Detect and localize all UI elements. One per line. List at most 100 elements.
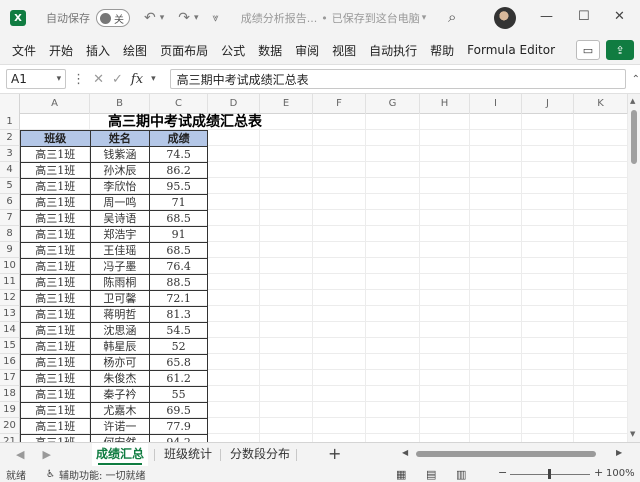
class-cell[interactable]: 高三1班: [20, 242, 91, 259]
header-name[interactable]: 姓名: [89, 130, 151, 147]
score-cell[interactable]: 86.2: [149, 162, 208, 179]
row-header[interactable]: 10: [0, 258, 20, 274]
class-cell[interactable]: 高三1班: [20, 210, 91, 227]
expand-formula-bar-icon[interactable]: ⌃: [632, 74, 640, 85]
score-cell[interactable]: 52: [149, 338, 208, 355]
scroll-up-icon[interactable]: ▲: [630, 97, 635, 105]
column-header[interactable]: A: [20, 94, 90, 114]
class-cell[interactable]: 高三1班: [20, 322, 91, 339]
save-status-dropdown-icon[interactable]: ▾: [422, 13, 427, 23]
add-sheet-button[interactable]: +: [328, 444, 341, 463]
class-cell[interactable]: 高三1班: [20, 434, 91, 442]
name-cell[interactable]: 王佳瑶: [89, 242, 151, 259]
zoom-in-icon[interactable]: +: [594, 466, 603, 479]
score-cell[interactable]: 76.4: [149, 258, 208, 275]
redo-dropdown-icon[interactable]: ▾: [194, 13, 199, 23]
enter-icon[interactable]: ✓: [112, 72, 123, 87]
name-cell[interactable]: 周一鸣: [89, 194, 151, 211]
name-cell[interactable]: 吴诗语: [89, 210, 151, 227]
class-cell[interactable]: 高三1班: [20, 194, 91, 211]
menu-formula-editor[interactable]: Formula Editor: [467, 43, 555, 57]
header-score[interactable]: 成绩: [149, 130, 208, 147]
score-cell[interactable]: 77.9: [149, 418, 208, 435]
row-header[interactable]: 20: [0, 418, 20, 434]
name-cell[interactable]: 蒋明哲: [89, 306, 151, 323]
class-cell[interactable]: 高三1班: [20, 386, 91, 403]
class-cell[interactable]: 高三1班: [20, 146, 91, 163]
column-header[interactable]: B: [90, 94, 150, 114]
column-header[interactable]: E: [260, 94, 313, 114]
name-cell[interactable]: 冯子墨: [89, 258, 151, 275]
name-cell[interactable]: 何安然: [89, 434, 151, 442]
class-cell[interactable]: 高三1班: [20, 402, 91, 419]
name-cell[interactable]: 许诺一: [89, 418, 151, 435]
close-icon[interactable]: ✕: [614, 9, 625, 24]
score-cell[interactable]: 68.5: [149, 210, 208, 227]
score-cell[interactable]: 91: [149, 226, 208, 243]
score-cell[interactable]: 81.3: [149, 306, 208, 323]
class-cell[interactable]: 高三1班: [20, 274, 91, 291]
name-cell[interactable]: 陈雨桐: [89, 274, 151, 291]
column-header[interactable]: F: [313, 94, 366, 114]
column-header[interactable]: I: [470, 94, 522, 114]
name-cell[interactable]: 朱俊杰: [89, 370, 151, 387]
comments-button[interactable]: ▭: [576, 40, 600, 60]
menu-view[interactable]: 视图: [332, 42, 356, 59]
name-cell[interactable]: 尤嘉木: [89, 402, 151, 419]
row-header[interactable]: 17: [0, 370, 20, 386]
menu-draw[interactable]: 绘图: [123, 42, 147, 59]
name-cell[interactable]: 秦子衿: [89, 386, 151, 403]
sheet-title-cell[interactable]: 高三期中考试成绩汇总表: [20, 114, 350, 130]
insert-function-icon[interactable]: fx: [131, 72, 143, 87]
menu-review[interactable]: 审阅: [295, 42, 319, 59]
page-layout-view-icon[interactable]: ▤: [426, 468, 436, 481]
class-cell[interactable]: 高三1班: [20, 354, 91, 371]
horizontal-scroll-thumb[interactable]: [416, 451, 596, 457]
formula-input[interactable]: 高三期中考试成绩汇总表: [169, 69, 626, 89]
name-cell[interactable]: 沈思涵: [89, 322, 151, 339]
row-header[interactable]: 1: [0, 114, 20, 130]
score-cell[interactable]: 71: [149, 194, 208, 211]
tab-next-icon[interactable]: ▶: [42, 448, 50, 461]
sheet-tab-scores-summary[interactable]: 成绩汇总: [92, 443, 149, 467]
score-cell[interactable]: 95.5: [149, 178, 208, 195]
scroll-down-icon[interactable]: ▼: [630, 430, 635, 438]
row-header[interactable]: 18: [0, 386, 20, 402]
minimize-icon[interactable]: —: [540, 9, 553, 24]
share-button[interactable]: ⇪: [606, 40, 634, 60]
zoom-slider-thumb[interactable]: [548, 469, 551, 479]
accessibility-icon[interactable]: ♿: [46, 469, 55, 480]
redo-icon[interactable]: ↷: [178, 10, 190, 26]
maximize-icon[interactable]: ☐: [578, 9, 590, 24]
undo-dropdown-icon[interactable]: ▾: [160, 13, 165, 23]
zoom-out-icon[interactable]: −: [498, 466, 507, 479]
score-cell[interactable]: 68.5: [149, 242, 208, 259]
score-cell[interactable]: 74.5: [149, 146, 208, 163]
row-header[interactable]: 19: [0, 402, 20, 418]
worksheet-grid[interactable]: ABCDEFGHIJK 1 2 3 4 5 6 7 8 9 10 11 12 13 14 15 16 17 18 1…: [0, 94, 628, 442]
score-cell[interactable]: 65.8: [149, 354, 208, 371]
score-cell[interactable]: 88.5: [149, 274, 208, 291]
menu-home[interactable]: 开始: [49, 42, 73, 59]
class-cell[interactable]: 高三1班: [20, 306, 91, 323]
class-cell[interactable]: 高三1班: [20, 178, 91, 195]
row-header[interactable]: 21: [0, 434, 20, 442]
class-cell[interactable]: 高三1班: [20, 418, 91, 435]
menu-formulas[interactable]: 公式: [221, 42, 245, 59]
class-cell[interactable]: 高三1班: [20, 258, 91, 275]
row-header[interactable]: 15: [0, 338, 20, 354]
name-cell[interactable]: 郑浩宇: [89, 226, 151, 243]
menu-automate[interactable]: 自动执行: [369, 42, 417, 59]
page-break-view-icon[interactable]: ▥: [456, 468, 466, 481]
name-cell[interactable]: 卫可馨: [89, 290, 151, 307]
row-header[interactable]: 9: [0, 242, 20, 258]
row-header[interactable]: 4: [0, 162, 20, 178]
score-cell[interactable]: 72.1: [149, 290, 208, 307]
row-header[interactable]: 12: [0, 290, 20, 306]
row-header[interactable]: 16: [0, 354, 20, 370]
class-cell[interactable]: 高三1班: [20, 370, 91, 387]
fx-dropdown-icon[interactable]: ▾: [151, 74, 156, 84]
customize-icon[interactable]: ⩔: [213, 11, 219, 25]
accessibility-status[interactable]: 辅助功能: 一切就绪: [59, 467, 146, 482]
name-box[interactable]: A1 ▾: [6, 69, 67, 89]
